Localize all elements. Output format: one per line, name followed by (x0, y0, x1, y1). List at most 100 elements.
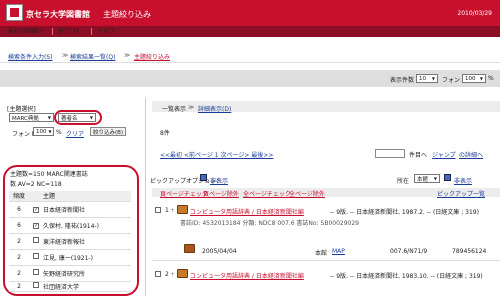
holding-icon (184, 244, 195, 253)
holding-place-label: 本館 (315, 250, 328, 257)
holding-call-number: 007.6/N71/9 (390, 248, 428, 255)
count-select[interactable]: 10 ▼ (416, 74, 438, 83)
divider (0, 62, 500, 63)
view-list-label: 一覧表示 (162, 106, 187, 113)
breadcrumb-current: 主題絞り込み (134, 54, 171, 61)
chevron-down-icon: ▼ (431, 76, 435, 81)
page-number-input[interactable] (375, 149, 405, 158)
table-row: 2 矢野経済研究所 (9, 265, 131, 282)
clear-link[interactable]: クリア (66, 129, 84, 138)
expand-icon: + (170, 207, 176, 214)
subject-cell: 久保村, 隆祐(1914-) (43, 217, 131, 234)
breadcrumb-sep-icon: ≫ (124, 52, 131, 59)
pagination[interactable]: <<最初 <前ページ 1 次ページ> 最後>> (160, 150, 273, 159)
subject-checkbox[interactable] (33, 237, 39, 243)
count-label: 表示件数 (390, 77, 415, 84)
freq-cell: 2 (9, 265, 29, 282)
subject-checkbox[interactable] (33, 253, 39, 259)
facet-table: 頻度 主題 6 ✓ 日本経済新聞社 6 ✓ 久保村, 隆祐(1914-) 2 東… (9, 191, 131, 292)
divider (152, 260, 500, 261)
subject-cell: 東洋経済新報社 (43, 233, 131, 250)
subject-checkbox[interactable]: ✓ (33, 206, 39, 213)
table-row: 6 ✓ 日本経済新聞社 (9, 201, 131, 218)
breadcrumb-sep-icon: ≫ (62, 52, 69, 59)
chevron-down-icon: ▼ (433, 176, 437, 181)
record-details: -- 9版. -- 日本経済新聞社, 1987.2. -- (日経文庫 ; 31… (330, 209, 479, 216)
left-font-select[interactable]: 100 ▼ (33, 127, 54, 136)
panel-divider (145, 98, 146, 296)
freq-cell: 2 (9, 249, 29, 266)
exit-button[interactable]: 終了(X) (58, 26, 88, 37)
record-title-link[interactable]: コンピュータ用語辞典 / 日本経済新聞社編 (190, 207, 304, 216)
site-title: 京セラ大学図書館 (26, 10, 90, 19)
facet-summary: 主題数=150 MARC関連書誌 (10, 171, 88, 178)
record-number: 2 (165, 271, 169, 278)
menu-button[interactable]: 最初の画面へ (8, 26, 50, 37)
col-check (29, 191, 43, 202)
record-checkbox[interactable] (155, 207, 161, 213)
list-icon (200, 174, 207, 181)
table-row: 2 社団経済大学 (9, 281, 131, 292)
subject-checkbox[interactable]: ✓ (33, 222, 39, 229)
record-checkbox[interactable] (155, 271, 161, 277)
chevron-down-icon: ▼ (48, 129, 52, 134)
font-select[interactable]: 100 ▼ (462, 74, 486, 83)
jump-link[interactable]: ジャンプ (432, 150, 456, 159)
book-icon (177, 269, 188, 278)
pickup-list-link[interactable]: ピックアップ一覧 (437, 189, 485, 198)
table-row: 2 東洋経済新報社 (9, 233, 131, 250)
location-hide-link[interactable]: 非表示 (454, 176, 472, 185)
col-subject: 主題 (43, 191, 131, 202)
table-row: 6 ✓ 久保村, 隆祐(1914-) (9, 217, 131, 234)
detail-link[interactable]: の詳細へ (459, 150, 483, 159)
page-check-link[interactable]: 頁ページチェック (160, 189, 208, 198)
page-remove-link[interactable]: 頁ページ除外 (203, 189, 239, 198)
all-check-link[interactable]: 全ページチェック (243, 189, 291, 198)
subject-cell: 日本経済新聞社 (43, 201, 131, 218)
page-label: 件目へ (409, 152, 428, 159)
chevron-down-icon: ▼ (89, 115, 93, 120)
expand-icon: + (170, 271, 176, 278)
breadcrumb-results[interactable]: 検索結果一覧(Q) (70, 52, 115, 61)
list-icon (444, 174, 451, 181)
book-icon (177, 205, 188, 214)
chevron-down-icon: ▼ (47, 115, 51, 120)
marc-select[interactable]: MARC典拠 ▼ (9, 113, 54, 122)
table-row: 2 江見, 康一(1921-) (9, 249, 131, 266)
holding-map-link[interactable]: MAP (332, 248, 345, 255)
record-details: -- 9版. -- 日本経済新聞社, 1983.10. -- (日経文庫 ; 3… (330, 273, 483, 280)
library-logo-icon (6, 4, 23, 21)
subject-checkbox[interactable] (33, 282, 39, 288)
view-detail-link[interactable]: 詳細表示(D) (198, 104, 231, 113)
freq-cell: 2 (9, 281, 29, 292)
freq-cell: 6 (9, 217, 29, 234)
result-count: 8件 (160, 130, 170, 137)
holding-id: 789456124 (452, 248, 487, 255)
help-button[interactable]: ヘルプ (97, 26, 122, 37)
view-sep-icon: ≫ (188, 104, 195, 111)
holding-date: 2005/04/04 (202, 248, 237, 255)
record-checkbox-wrap (155, 207, 161, 215)
percent-label: % (488, 75, 494, 82)
nav-divider (91, 28, 92, 35)
breadcrumb-search[interactable]: 検索条件入力(S) (8, 52, 53, 61)
sort-select[interactable]: 著者名 ▼ (58, 113, 96, 122)
freq-cell: 2 (9, 233, 29, 250)
record-title-link[interactable]: コンピュータ用語辞典 / 日本経済新聞社編 (190, 271, 304, 280)
subject-cell: 矢野経済研究所 (43, 265, 131, 282)
location-label: 所在 (397, 178, 410, 185)
record-meta: 書誌ID: 4532013184 分類: NDC8 007.6 書誌No: SB… (180, 220, 359, 227)
freq-cell: 6 (9, 201, 29, 218)
all-remove-link[interactable]: 全ページ除外 (289, 189, 325, 198)
refine-button[interactable]: 絞り込み(B) (90, 127, 127, 136)
location-select[interactable]: 本館 ▼ (414, 174, 440, 183)
chevron-down-icon: ▼ (479, 76, 483, 81)
subject-checkbox[interactable] (33, 269, 39, 275)
page-title: 主題絞り込み (103, 10, 151, 19)
facet-summary: 数 AV=2 NC=118 (10, 181, 62, 188)
record-number: 1 (165, 207, 169, 214)
record-checkbox-wrap (155, 271, 161, 279)
pickup-hide-link[interactable]: 非表示 (210, 176, 228, 185)
subject-cell: 江見, 康一(1921-) (43, 249, 131, 266)
left-percent-label: % (56, 129, 62, 136)
